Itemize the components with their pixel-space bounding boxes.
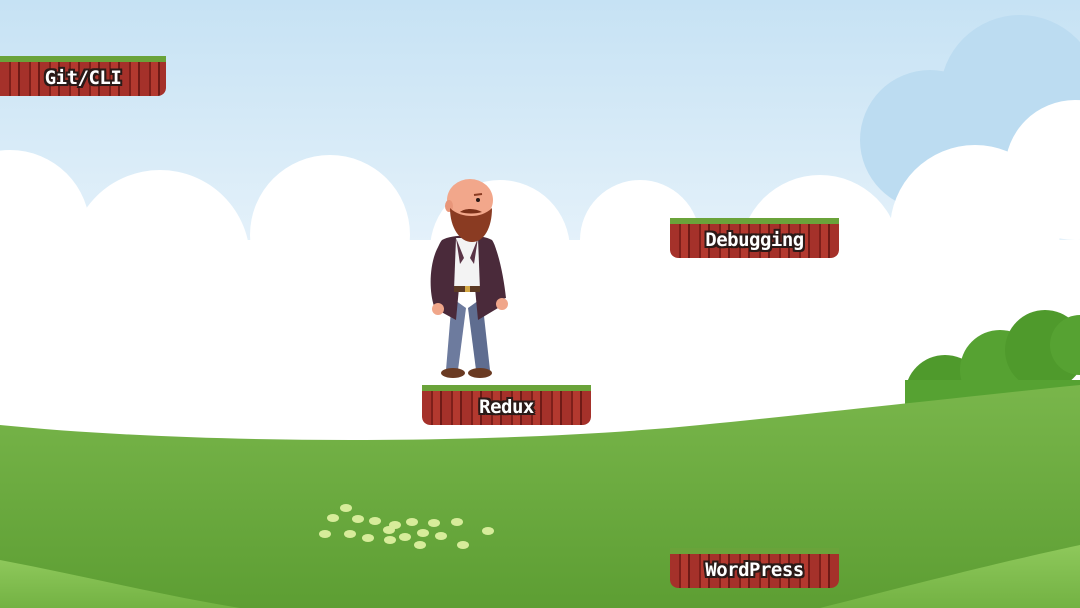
platform-label: Redux	[479, 396, 534, 418]
platform-label: Git/CLI	[44, 67, 122, 89]
character-left-hand	[432, 303, 444, 315]
platform-label: Debugging	[705, 229, 804, 251]
platform-debugging[interactable]: Debugging	[670, 218, 839, 258]
character-left-shoe	[441, 368, 465, 378]
platform-git-cli[interactable]: Git/CLI	[0, 56, 166, 96]
character-right-hand	[496, 298, 508, 310]
player-character[interactable]	[420, 178, 515, 380]
game-viewport[interactable]: Git/CLI Debugging Redux WordPress	[0, 0, 1080, 608]
platform-redux[interactable]: Redux	[422, 385, 591, 425]
platform-label: WordPress	[705, 559, 804, 581]
character-right-shoe	[468, 368, 492, 378]
platform-wordpress[interactable]: WordPress	[670, 548, 839, 588]
